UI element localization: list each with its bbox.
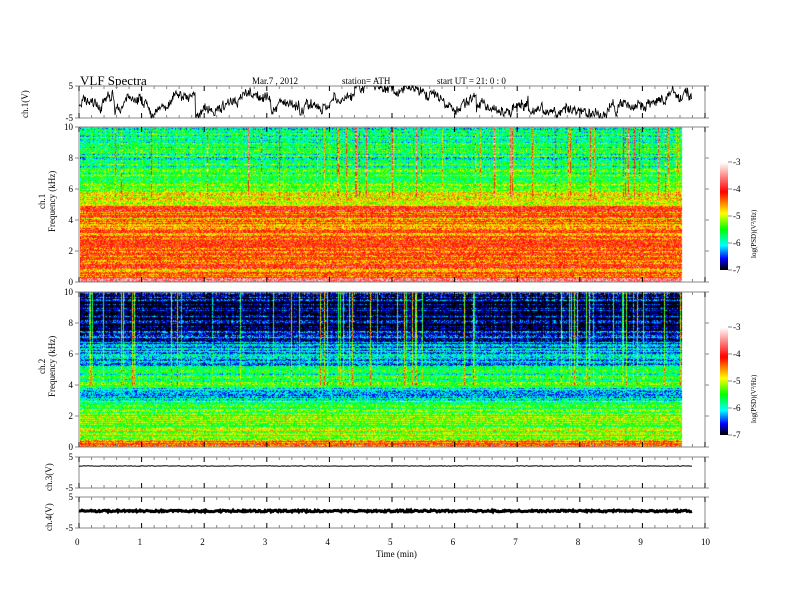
x-tick-label: 0: [75, 537, 80, 547]
y-tick-label: 2: [68, 411, 74, 421]
y-tick-label: 0: [68, 277, 74, 287]
ch3-ylabel: ch.3(V): [44, 463, 54, 491]
ch3-waveform: [78, 465, 693, 467]
y-tick-label: 5: [68, 81, 74, 91]
colorbar2-label: log(PSD)(V²/Hz): [750, 374, 758, 423]
ch1-spec-ylabel: ch.1 Frequency (kHz): [37, 171, 57, 232]
colorbar1-label: log(PSD)(V²/Hz): [750, 209, 758, 258]
ylabel-line: ch.2: [37, 358, 47, 375]
colorbar-tick-label: -6: [733, 403, 741, 413]
x-tick-label: 10: [701, 537, 710, 547]
ylabel-line: ch.1: [37, 193, 47, 210]
x-tick-label: 6: [450, 537, 456, 547]
x-tick-label: 9: [638, 537, 643, 547]
y-tick-label: 8: [68, 318, 74, 328]
ch1-ylabel: ch.1(V): [20, 90, 30, 118]
axes-layer: [75, 84, 732, 529]
x-axis-label: Time (min): [376, 549, 417, 559]
y-tick-label: 4: [68, 380, 74, 390]
colorbar-tick-label: -5: [733, 211, 741, 221]
y-tick-label: 10: [64, 122, 73, 132]
colorbar-tick-label: -3: [733, 322, 741, 332]
colorbar-tick-label: -5: [733, 376, 741, 386]
y-tick-label: 8: [68, 153, 74, 163]
colorbar-tick-label: -6: [733, 238, 741, 248]
y-tick-label: 6: [68, 184, 74, 194]
x-tick-label: 1: [137, 537, 143, 547]
x-tick-label: 3: [262, 537, 268, 547]
ylabel-line: Frequency (kHz): [47, 335, 57, 397]
y-tick-label: 6: [68, 349, 74, 359]
y-tick-label: 2: [68, 246, 74, 256]
x-tick-label: 2: [200, 537, 205, 547]
y-tick-label: 5: [68, 492, 74, 502]
vlf-spectra-figure: VLF Spectra Mar.7 , 2012 station= ATH st…: [0, 0, 792, 612]
panel-frame: [78, 126, 706, 283]
colorbar-tick-label: -4: [733, 349, 741, 359]
y-tick-label: -5: [65, 523, 74, 533]
colorbar-tick-label: -7: [733, 265, 741, 275]
x-tick-label: 8: [575, 537, 581, 547]
colorbar-tick-label: -4: [733, 184, 741, 194]
ch1-waveform: [78, 84, 693, 119]
x-tick-label: 7: [513, 537, 518, 547]
colorbar-tick-label: -3: [733, 157, 741, 167]
x-tick-label: 4: [325, 537, 330, 547]
x-tick-label: 5: [388, 537, 393, 547]
ch4-ylabel: ch.4(V): [44, 503, 54, 531]
colorbar-tick-label: -7: [733, 430, 741, 440]
y-tick-label: 10: [64, 287, 73, 297]
ch4-waveform: [78, 507, 693, 515]
y-tick-label: 0: [68, 442, 74, 452]
y-tick-label: 4: [68, 215, 74, 225]
y-tick-label: 5: [68, 452, 74, 462]
panel-frame: [78, 291, 706, 448]
ch2-spec-ylabel: ch.2 Frequency (kHz): [37, 336, 57, 397]
ylabel-line: Frequency (kHz): [47, 170, 57, 232]
